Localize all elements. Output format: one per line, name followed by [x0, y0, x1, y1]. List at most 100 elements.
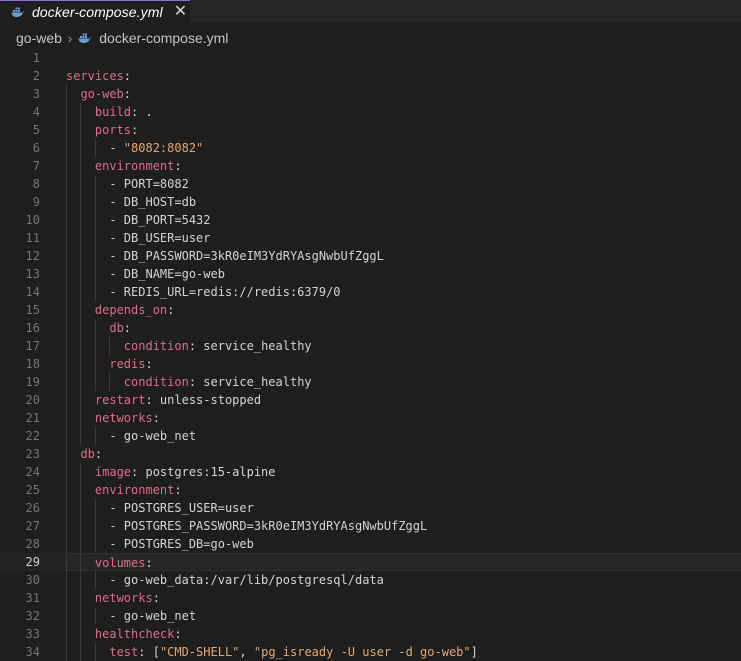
code-line[interactable]: 5 ports:: [0, 121, 741, 139]
breadcrumb: go-web › docker-compose.yml: [0, 28, 741, 48]
code-text: ports:: [95, 121, 138, 139]
code-line[interactable]: 10 - DB_PORT=5432: [0, 211, 741, 229]
indent-guide: [80, 229, 82, 247]
breadcrumb-folder[interactable]: go-web: [16, 30, 62, 46]
yaml-key: ports: [94, 123, 132, 137]
indent-guide: [80, 319, 82, 337]
line-number: 9: [32, 195, 40, 209]
indent-guide: [94, 193, 96, 211]
yaml-text: : unless-stopped: [145, 393, 262, 407]
line-number: 2: [32, 69, 40, 83]
yaml-string: "pg_isready -U user -d go-web": [253, 645, 471, 659]
code-text: test: ["CMD-SHELL", "pg_isready -U user …: [109, 643, 478, 661]
indent-guide: [80, 355, 82, 373]
code-line[interactable]: 22 - go-web_net: [0, 427, 741, 445]
code-line[interactable]: 18 redis:: [0, 355, 741, 373]
yaml-text: ,: [239, 645, 254, 659]
indent-guide: [94, 427, 96, 445]
docker-whale-icon: [11, 7, 25, 17]
code-line[interactable]: 15 depends_on:: [0, 301, 741, 319]
line-number: 11: [25, 231, 40, 245]
code-line[interactable]: 34 test: ["CMD-SHELL", "pg_isready -U use…: [0, 643, 741, 661]
code-text-area: volumes:: [66, 553, 741, 572]
tab-docker-compose[interactable]: docker-compose.yml ✕: [0, 0, 190, 22]
code-text: build: .: [95, 103, 153, 121]
indent-guide: [66, 409, 67, 427]
code-text-area: db:: [66, 319, 741, 337]
yaml-text: - DB_USER=user: [109, 231, 211, 245]
indent-guide: [94, 265, 96, 283]
indent-guide: [80, 175, 82, 193]
code-text-area: networks:: [66, 589, 741, 607]
code-line[interactable]: 17 condition: service_healthy: [0, 337, 741, 355]
yaml-key: environment: [94, 159, 175, 173]
yaml-string: "CMD-SHELL": [159, 645, 240, 659]
yaml-text: :: [174, 627, 182, 641]
code-line[interactable]: 13 - DB_NAME=go-web: [0, 265, 741, 283]
indent-guide: [66, 373, 67, 391]
code-line[interactable]: 8 - PORT=8082: [0, 175, 741, 193]
yaml-key: services: [66, 69, 124, 83]
yaml-key: networks: [94, 591, 153, 605]
code-line[interactable]: 33 healthcheck:: [0, 625, 741, 643]
indent-guide: [94, 229, 96, 247]
code-line[interactable]: 6 - "8082:8082": [0, 139, 741, 157]
code-line[interactable]: 26 - POSTGRES_USER=user: [0, 499, 741, 517]
code-line[interactable]: 12 - DB_PASSWORD=3kR0eIM3YdRYAsgNwbUfZggL: [0, 247, 741, 265]
code-line[interactable]: 3 go-web:: [0, 85, 741, 103]
code-line[interactable]: 19 condition: service_healthy: [0, 373, 741, 391]
code-text: - DB_USER=user: [109, 229, 210, 247]
code-line[interactable]: 28 - POSTGRES_DB=go-web: [0, 535, 741, 553]
code-line[interactable]: 16 db:: [0, 319, 741, 337]
line-number: 12: [25, 249, 40, 263]
code-text-area: - DB_PASSWORD=3kR0eIM3YdRYAsgNwbUfZggL: [66, 247, 741, 265]
indent-guide: [66, 247, 67, 265]
code-line[interactable]: 30 - go-web_data:/var/lib/postgresql/data: [0, 571, 741, 589]
line-number: 16: [25, 321, 40, 335]
indent-guide: [66, 301, 67, 319]
indent-guide: [66, 463, 67, 481]
code-line[interactable]: 23 db:: [0, 445, 741, 463]
indent-guide: [80, 391, 82, 409]
yaml-key: condition: [123, 375, 189, 389]
code-line[interactable]: 29 volumes:: [0, 553, 741, 572]
code-line[interactable]: 9 - DB_HOST=db: [0, 193, 741, 211]
docker-whale-icon: [78, 33, 92, 43]
code-editor[interactable]: 1 2 services: 3 go-web: 4 build: . 5 ports: 6- "8…: [0, 49, 741, 661]
breadcrumb-file[interactable]: docker-compose.yml: [99, 30, 228, 46]
code-line[interactable]: 24 image: postgres:15-alpine: [0, 463, 741, 481]
indent-guide: [94, 643, 96, 661]
indent-guide: [94, 319, 96, 337]
line-number: 3: [32, 87, 40, 101]
line-number: 10: [25, 213, 40, 227]
code-text-area: db:: [66, 445, 741, 463]
code-text: db:: [80, 445, 102, 463]
yaml-key: condition: [123, 339, 189, 353]
code-text: - DB_PORT=5432: [109, 211, 210, 229]
code-line[interactable]: 32 - go-web_net: [0, 607, 741, 625]
code-line[interactable]: 4 build: .: [0, 103, 741, 121]
indent-guide: [66, 625, 67, 643]
code-line[interactable]: 14 - REDIS_URL=redis://redis:6379/0: [0, 283, 741, 301]
code-text-area: - go-web_data:/var/lib/postgresql/data: [66, 571, 741, 589]
line-number: 7: [32, 159, 40, 173]
line-number: 13: [25, 267, 40, 281]
code-line[interactable]: 25 environment:: [0, 481, 741, 499]
yaml-text: :: [123, 321, 132, 335]
code-line[interactable]: 31 networks:: [0, 589, 741, 607]
code-line[interactable]: 27 - POSTGRES_PASSWORD=3kR0eIM3YdRYAsgNwb…: [0, 517, 741, 535]
indent-guide: [66, 157, 67, 175]
code-line[interactable]: 1: [0, 49, 741, 67]
indent-guide: [94, 517, 96, 535]
indent-guide: [66, 283, 67, 301]
line-number: 15: [25, 303, 40, 317]
yaml-text: : service_healthy: [188, 339, 312, 353]
code-text: go-web:: [80, 85, 131, 103]
close-icon[interactable]: ✕: [174, 3, 187, 20]
code-line[interactable]: 21 networks:: [0, 409, 741, 427]
code-line[interactable]: 11 - DB_USER=user: [0, 229, 741, 247]
code-line[interactable]: 20 restart: unless-stopped: [0, 391, 741, 409]
code-line[interactable]: 7 environment:: [0, 157, 741, 175]
code-line[interactable]: 2 services:: [0, 67, 741, 85]
indent-guide: [66, 589, 67, 607]
